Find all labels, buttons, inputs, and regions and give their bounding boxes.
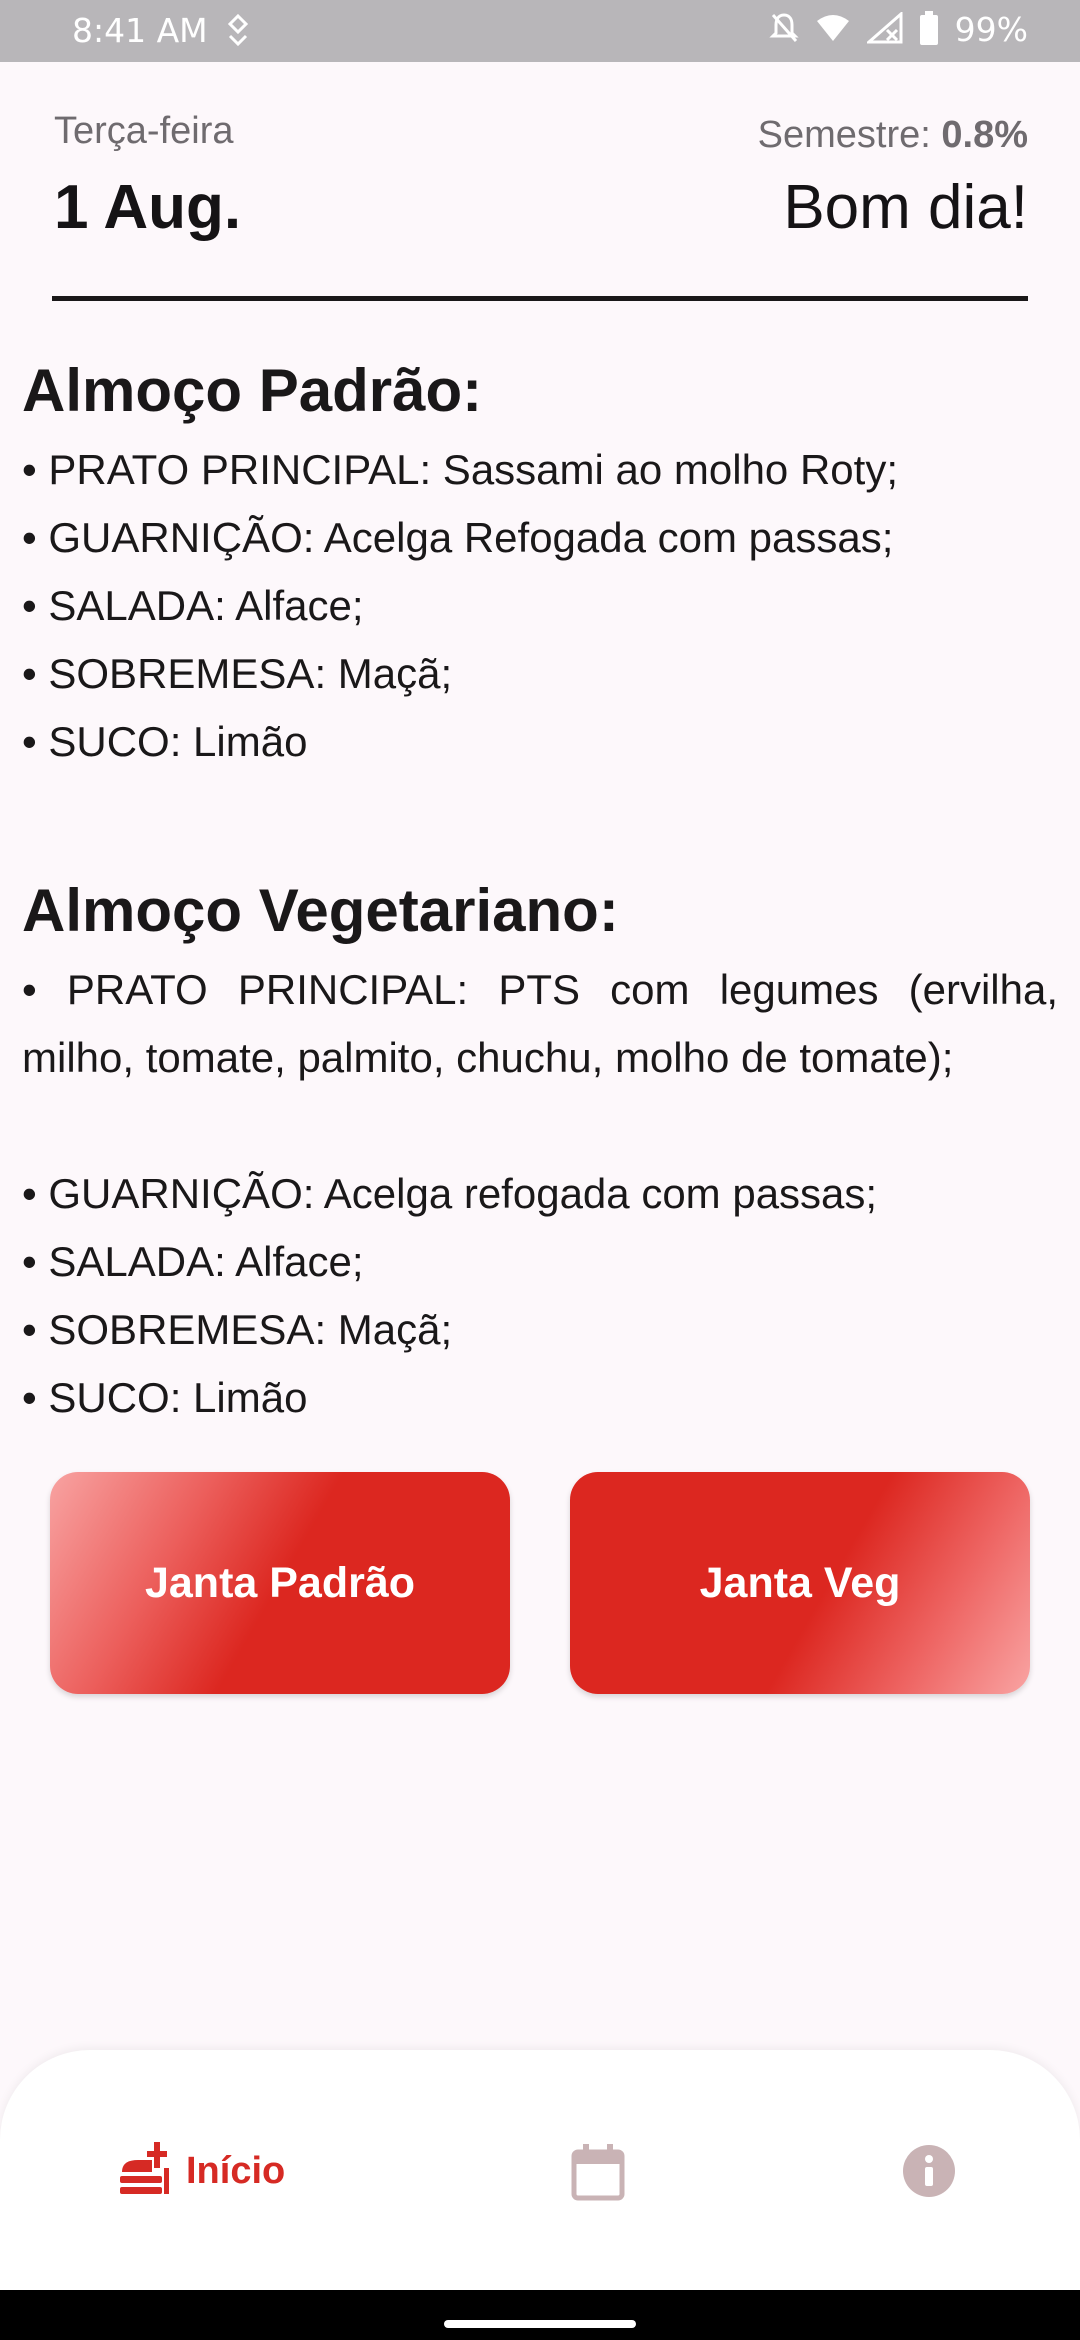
nav-home[interactable]: Início [118, 2142, 285, 2201]
list-item: • SOBREMESA: Maçã; [22, 650, 453, 697]
list-item: • PRATO PRINCIPAL: Sassami ao molho Roty… [22, 446, 898, 493]
list-item: • SALADA: Alface; [22, 582, 364, 629]
list-item: • PRATO PRINCIPAL: PTS com legumes (ervi… [22, 966, 1058, 1081]
battery-icon [919, 10, 939, 49]
list-item: • SUCO: Limão [22, 718, 308, 765]
nav-home-label: Início [186, 2150, 286, 2192]
list-item: • SOBREMESA: Maçã; [22, 1306, 453, 1353]
bottom-navigation: Início [0, 2050, 1080, 2290]
semester-label: Semestre: [757, 114, 931, 156]
battery-percentage: 99% [954, 10, 1028, 49]
list-item: • GUARNIÇÃO: Acelga Refogada com passas; [22, 514, 894, 561]
calendar-icon [570, 2144, 626, 2206]
nav-calendar[interactable] [570, 2144, 626, 2207]
nav-info[interactable] [902, 2144, 956, 2203]
status-bar: 8:41 AM 99% [0, 0, 1080, 62]
data-saver-icon [224, 13, 252, 48]
status-time: 8:41 AM [72, 11, 208, 50]
wifi-icon [815, 13, 851, 47]
list-item: • GUARNIÇÃO: Acelga refogada com passas; [22, 1170, 878, 1217]
weekday-label: Terça-feira [54, 110, 234, 152]
semester-value: 0.8% [941, 114, 1028, 156]
dinner-standard-label: Janta Padrão [144, 1558, 416, 1607]
list-item: • SALADA: Alface; [22, 1238, 364, 1285]
lunch-standard-title: Almoço Padrão: [22, 357, 483, 424]
dinner-veg-button[interactable]: Janta Veg [570, 1472, 1030, 1694]
greeting: Bom dia! [783, 173, 1028, 242]
dinner-veg-label: Janta Veg [699, 1558, 901, 1607]
cellular-signal-icon [864, 10, 903, 48]
semester-progress: Semestre: 0.8% [758, 114, 1028, 157]
lunch-vegetarian-title: Almoço Vegetariano: [22, 877, 619, 944]
date-label: 1 Aug. [54, 173, 242, 242]
list-item: • SUCO: Limão [22, 1374, 308, 1421]
dinner-standard-button[interactable]: Janta Padrão [50, 1472, 510, 1694]
notifications-off-icon [769, 11, 799, 49]
food-tray-icon [118, 2142, 180, 2201]
header-divider [52, 296, 1028, 301]
gesture-bar [0, 2290, 1080, 2340]
info-icon [902, 2145, 956, 2202]
gesture-handle[interactable] [444, 2320, 636, 2328]
